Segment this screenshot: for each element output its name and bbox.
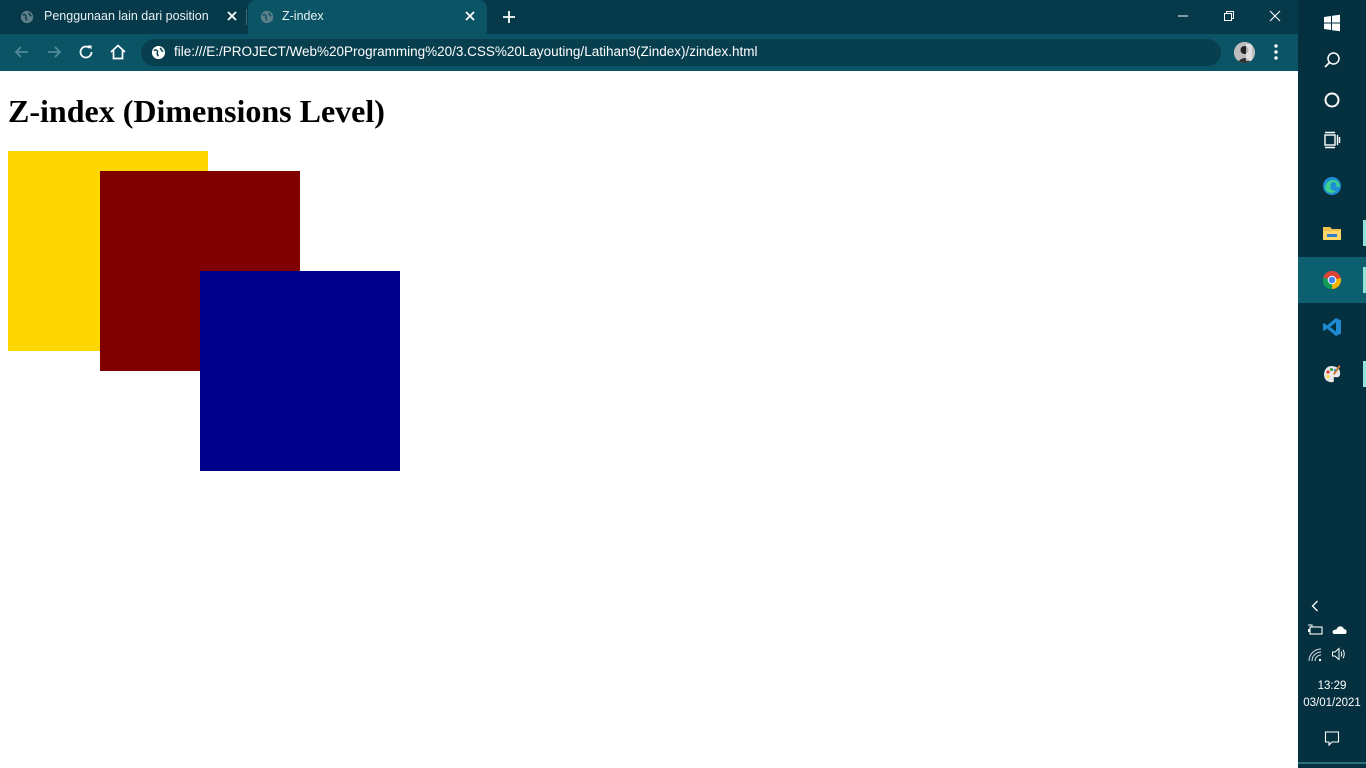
address-bar[interactable]: file:///E:/PROJECT/Web%20Programming%20/… (141, 39, 1221, 66)
taskbar-app-chrome[interactable] (1298, 257, 1366, 303)
wifi-icon[interactable] (1307, 647, 1323, 663)
globe-icon[interactable] (151, 45, 166, 60)
close-icon[interactable] (462, 8, 478, 24)
vscode-icon (1323, 318, 1341, 336)
tab-strip: Penggunaan lain dari position Z-index (0, 0, 1298, 34)
globe-icon (20, 10, 34, 24)
clock-date[interactable]: 03/01/2021 (1298, 697, 1366, 709)
tab-penggunaan-lain[interactable]: Penggunaan lain dari position (0, 0, 246, 34)
folder-icon (1323, 227, 1341, 240)
browser-toolbar: file:///E:/PROJECT/Web%20Programming%20/… (0, 34, 1298, 71)
forward-arrow-icon[interactable] (44, 42, 64, 62)
onedrive-cloud-icon[interactable] (1331, 622, 1347, 638)
url-text[interactable]: file:///E:/PROJECT/Web%20Programming%20/… (174, 44, 758, 59)
chrome-icon (1322, 271, 1342, 290)
home-icon[interactable] (108, 42, 128, 62)
new-tab-plus-icon[interactable] (500, 8, 518, 26)
taskbar-app-vscode[interactable] (1298, 304, 1366, 350)
tab-title: Z-index (282, 9, 324, 23)
more-vert-icon[interactable] (1268, 42, 1284, 62)
chevron-left-icon[interactable] (1307, 598, 1323, 614)
search-icon (1324, 52, 1340, 68)
taskbar-app-file-explorer[interactable] (1298, 210, 1366, 256)
close-icon[interactable] (224, 8, 240, 24)
box-navy (200, 271, 400, 471)
taskbar-app-edge[interactable] (1298, 163, 1366, 209)
page-heading: Z-index (Dimensions Level) (8, 93, 385, 129)
avatar-icon (1234, 42, 1255, 63)
battery-icon[interactable] (1307, 622, 1323, 638)
profile-avatar[interactable] (1234, 42, 1255, 63)
taskbar-app-paint[interactable] (1298, 351, 1366, 397)
reload-icon[interactable] (76, 42, 96, 62)
window-close-icon[interactable] (1265, 6, 1285, 26)
paint-palette-icon (1324, 365, 1341, 383)
windows-logo-icon (1324, 14, 1340, 32)
tab-title: Penggunaan lain dari position (44, 9, 209, 23)
edge-icon (1323, 177, 1341, 195)
cortana-circle-icon (1324, 92, 1340, 108)
task-view-icon (1324, 131, 1341, 149)
taskbar-divider (1298, 762, 1366, 764)
restore-icon[interactable] (1219, 6, 1239, 26)
page-viewport: Z-index (Dimensions Level) (0, 71, 1298, 768)
clock-time[interactable]: 13:29 (1298, 680, 1366, 692)
tab-z-index[interactable]: Z-index (248, 0, 487, 34)
task-view-button[interactable] (1298, 117, 1366, 163)
action-center-icon[interactable] (1324, 730, 1340, 746)
volume-icon[interactable] (1331, 646, 1347, 662)
tab-divider (246, 9, 247, 25)
browser-window: Penggunaan lain dari position Z-index fi… (0, 0, 1298, 768)
globe-icon (260, 10, 274, 24)
windows-taskbar: 13:29 03/01/2021 (1298, 0, 1366, 768)
back-arrow-icon[interactable] (12, 42, 32, 62)
minimize-icon[interactable] (1173, 6, 1193, 26)
